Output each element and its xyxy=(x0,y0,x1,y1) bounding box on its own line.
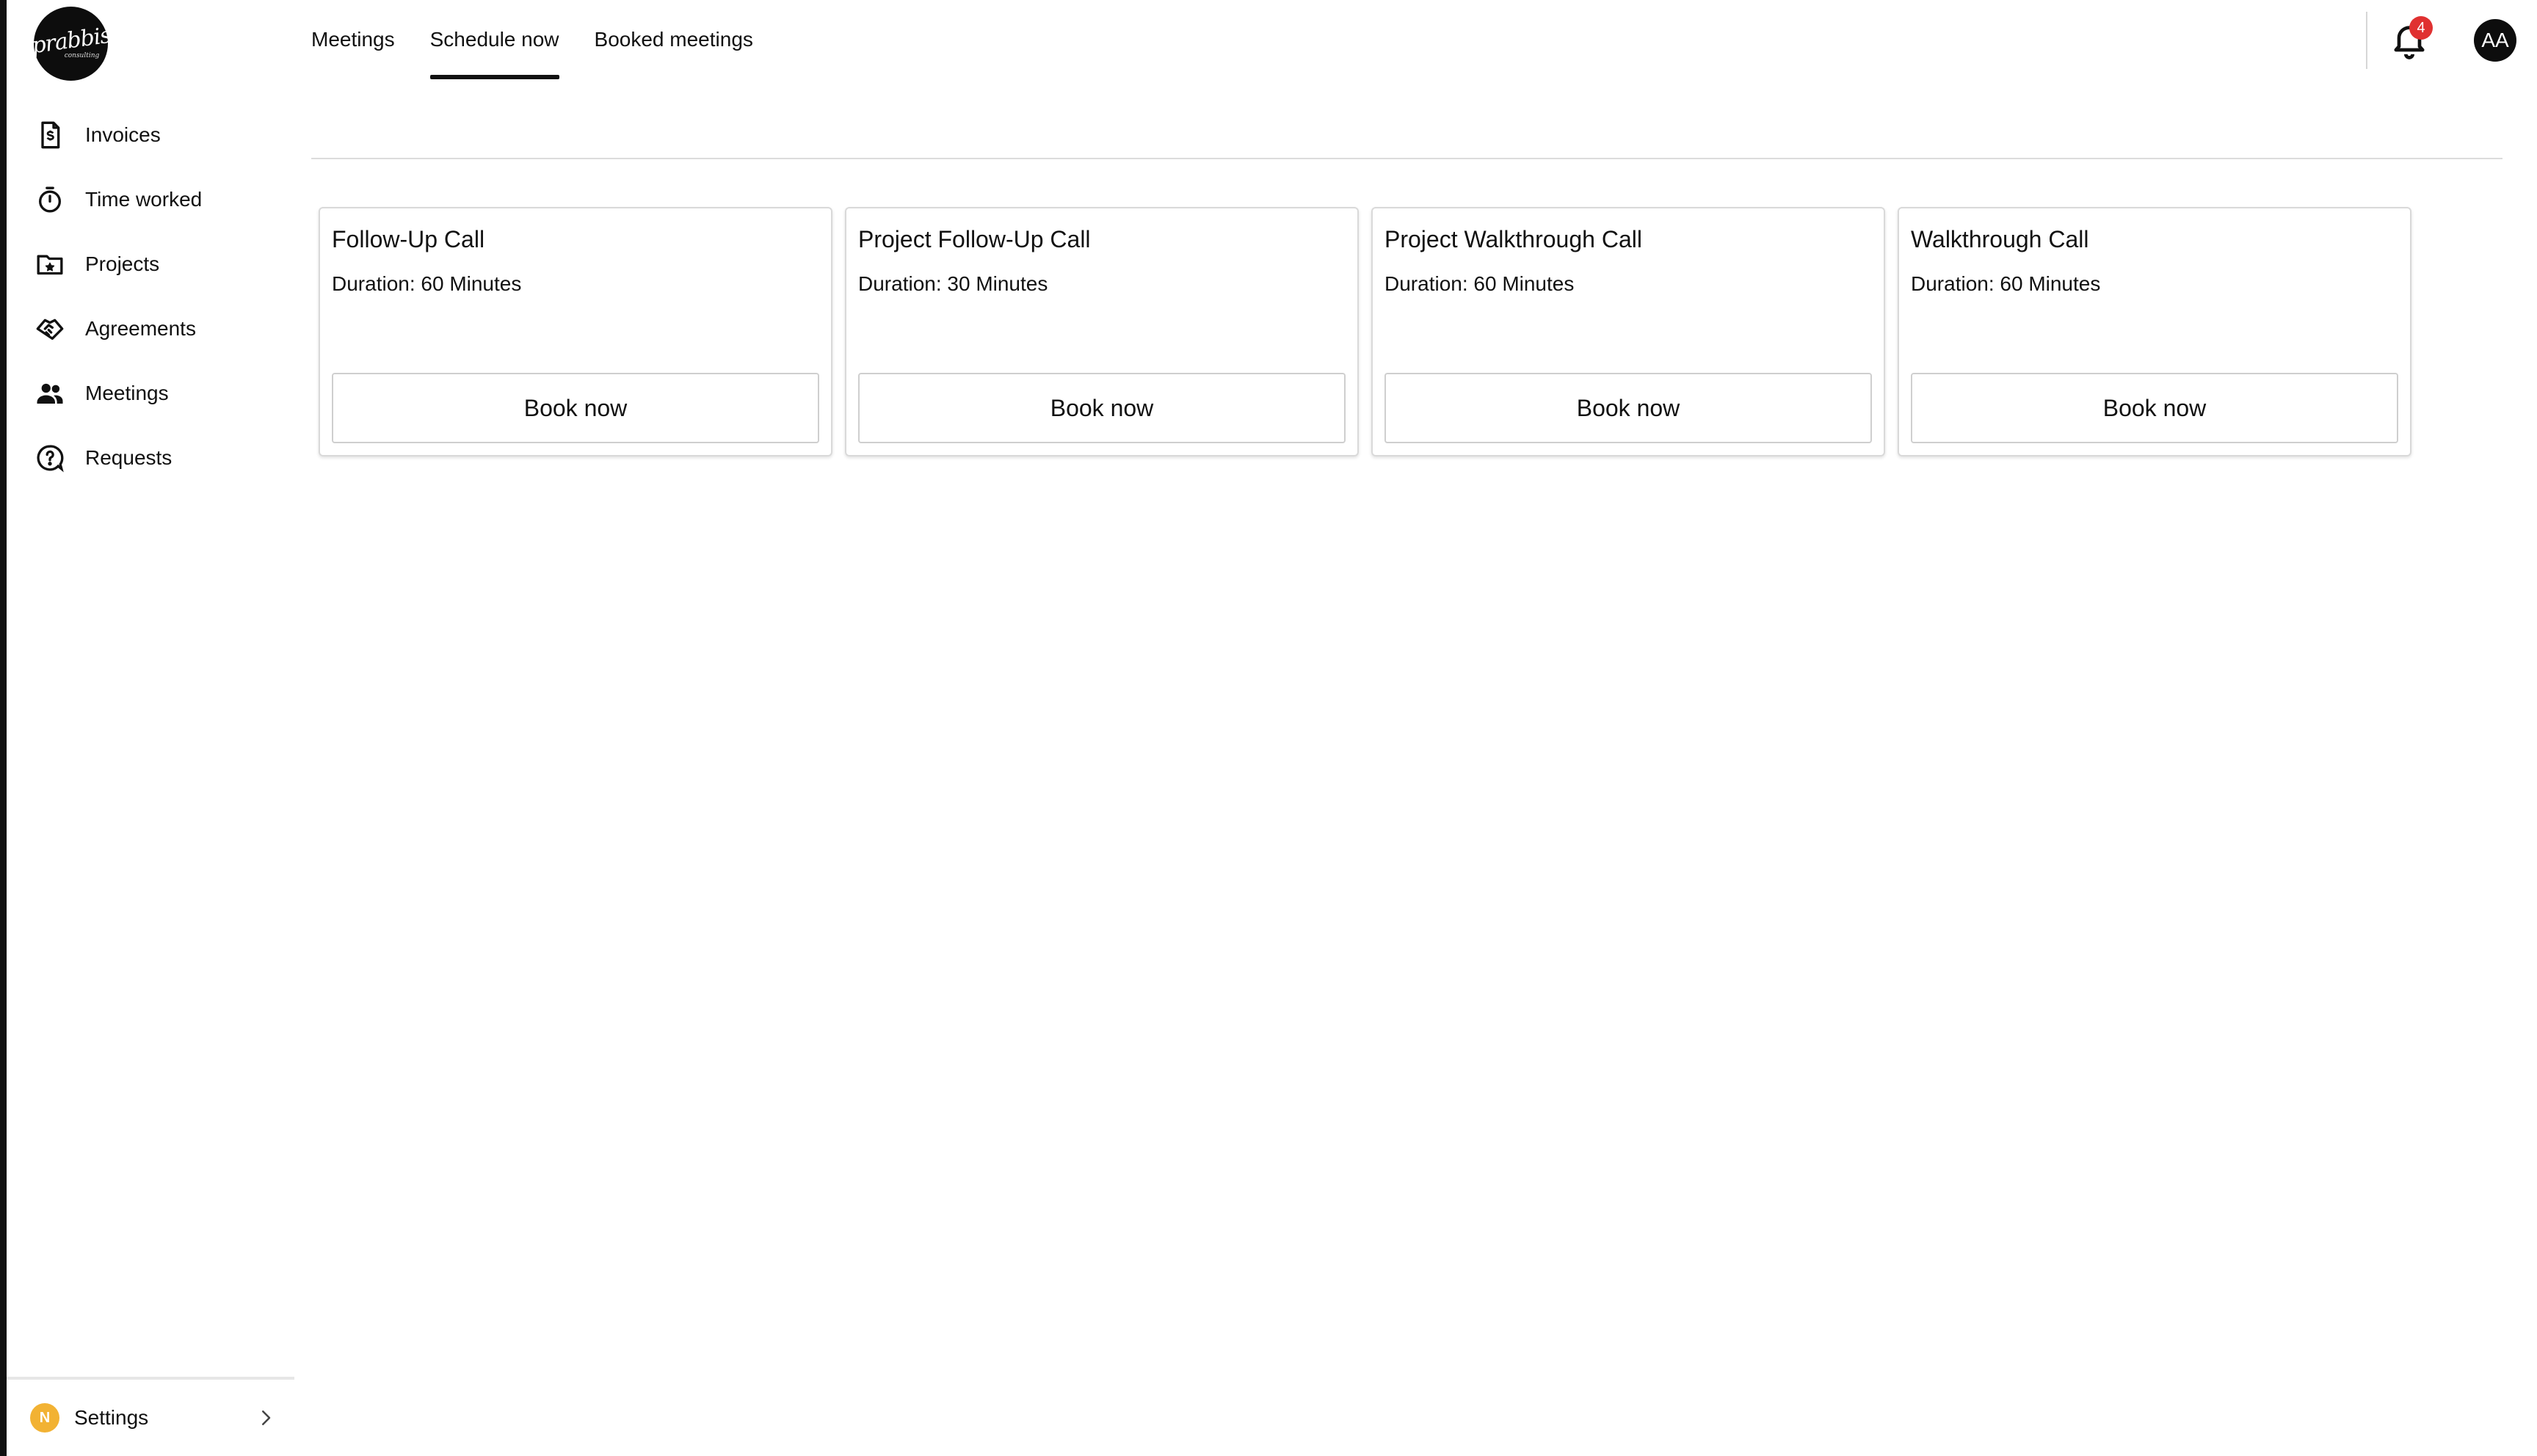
sidebar: prabbis consulting Invoices Time worked xyxy=(7,0,294,1456)
folder-star-icon xyxy=(34,248,66,280)
sidebar-item-meetings[interactable]: Meetings xyxy=(7,361,294,426)
settings-label: Settings xyxy=(74,1406,149,1429)
book-now-button[interactable]: Book now xyxy=(1911,373,2398,443)
handshake-icon xyxy=(34,313,66,345)
sidebar-nav: Invoices Time worked Projects Agreements xyxy=(7,103,294,490)
meeting-type-card: Follow-Up Call Duration: 60 Minutes Book… xyxy=(319,207,832,456)
meeting-type-title: Project Walkthrough Call xyxy=(1384,226,1642,252)
sidebar-item-label: Projects xyxy=(85,252,160,275)
meeting-type-title: Follow-Up Call xyxy=(332,226,485,252)
meeting-duration: Duration: 60 Minutes xyxy=(332,272,522,295)
meeting-type-title: Project Follow-Up Call xyxy=(858,226,1091,252)
header-divider xyxy=(2366,12,2367,69)
meeting-duration: Duration: 60 Minutes xyxy=(1911,272,2101,295)
sidebar-item-requests[interactable]: Requests xyxy=(7,426,294,490)
help-circle-icon xyxy=(34,442,66,474)
meeting-type-card: Walkthrough Call Duration: 60 Minutes Bo… xyxy=(1898,207,2411,456)
sidebar-item-invoices[interactable]: Invoices xyxy=(7,103,294,167)
sidebar-item-projects[interactable]: Projects xyxy=(7,232,294,296)
sidebar-item-label: Meetings xyxy=(85,382,169,404)
invoice-icon xyxy=(34,119,66,151)
org-badge: N xyxy=(30,1403,59,1433)
meeting-duration: Duration: 60 Minutes xyxy=(1384,272,1575,295)
brand-logo[interactable]: prabbis consulting xyxy=(30,7,112,81)
app-root: prabbis consulting Invoices Time worked xyxy=(0,0,2537,1456)
meeting-type-card: Project Follow-Up Call Duration: 30 Minu… xyxy=(845,207,1359,456)
user-avatar[interactable]: AA xyxy=(2474,19,2516,62)
meetings-tabs: Meetings Schedule now Booked meetings xyxy=(311,0,788,79)
meeting-type-list: Follow-Up Call Duration: 60 Minutes Book… xyxy=(319,207,2424,456)
meeting-duration: Duration: 30 Minutes xyxy=(858,272,1048,295)
book-now-button[interactable]: Book now xyxy=(1384,373,1872,443)
sidebar-item-time-worked[interactable]: Time worked xyxy=(7,167,294,232)
meeting-type-title: Walkthrough Call xyxy=(1911,226,2089,252)
window-edge xyxy=(0,0,7,1456)
notification-count-badge: 4 xyxy=(2409,16,2433,40)
sidebar-item-label: Invoices xyxy=(85,123,161,146)
chevron-right-icon xyxy=(255,1405,277,1431)
tab-booked-meetings[interactable]: Booked meetings xyxy=(595,0,753,79)
logo-text: prabbis xyxy=(29,22,112,59)
book-now-button[interactable]: Book now xyxy=(858,373,1346,443)
book-now-button[interactable]: Book now xyxy=(332,373,819,443)
sidebar-item-label: Requests xyxy=(85,446,173,469)
stopwatch-icon xyxy=(34,183,66,216)
people-icon xyxy=(34,377,66,410)
sidebar-item-label: Time worked xyxy=(85,188,203,211)
tab-meetings[interactable]: Meetings xyxy=(311,0,395,79)
content-divider xyxy=(311,158,2502,159)
settings-menu[interactable]: N Settings xyxy=(7,1377,294,1456)
sidebar-item-label: Agreements xyxy=(85,317,196,340)
sidebar-item-agreements[interactable]: Agreements xyxy=(7,296,294,361)
meeting-type-card: Project Walkthrough Call Duration: 60 Mi… xyxy=(1371,207,1885,456)
tab-schedule-now[interactable]: Schedule now xyxy=(429,0,559,79)
